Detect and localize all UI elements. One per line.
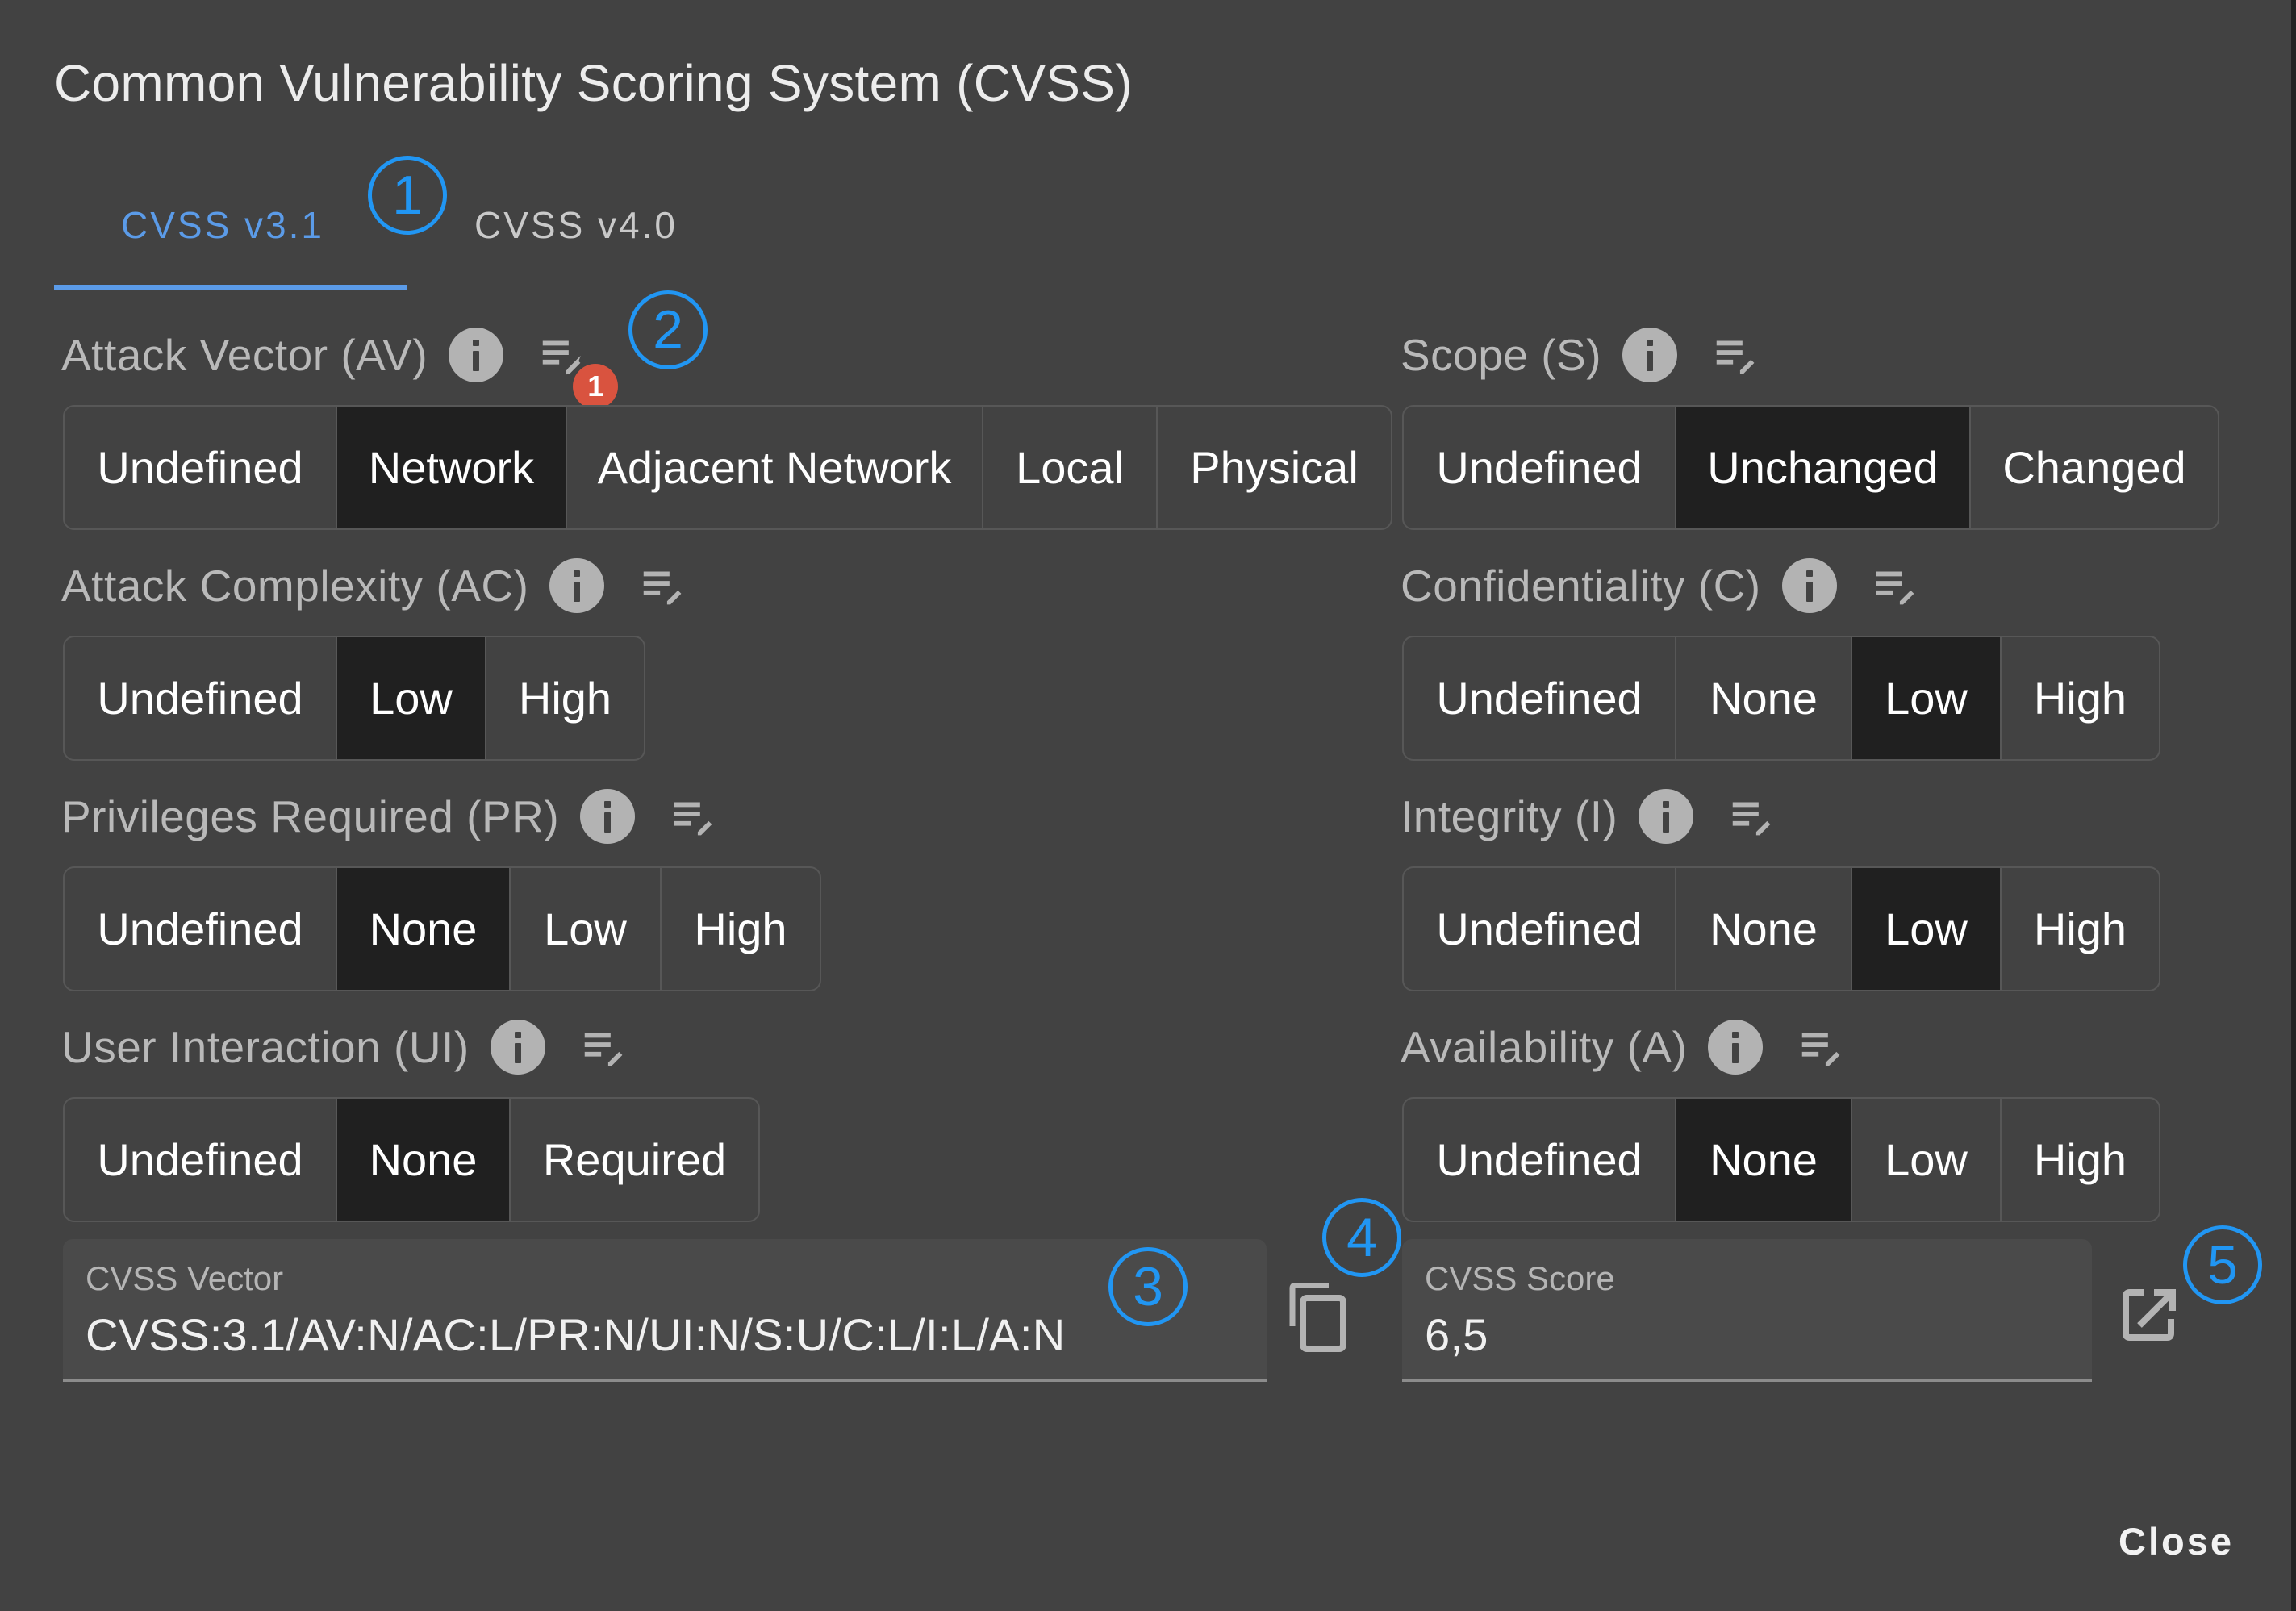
option-none[interactable]: None	[336, 868, 509, 990]
notes-count-badge: 1	[573, 364, 619, 409]
metric-label: User Interaction (UI)	[61, 1022, 470, 1072]
option-unchanged[interactable]: Unchanged	[1675, 407, 1969, 528]
copy-vector-button[interactable]	[1288, 1283, 1350, 1352]
option-low[interactable]: Low	[1851, 868, 2000, 990]
option-network[interactable]: Network	[336, 407, 566, 528]
cvss-vector-label: CVSS Vector	[86, 1259, 284, 1297]
option-local[interactable]: Local	[982, 407, 1156, 528]
info-icon[interactable]	[1639, 789, 1694, 844]
option-physical[interactable]: Physical	[1156, 407, 1391, 528]
option-none[interactable]: None	[1675, 868, 1851, 990]
metric-label: Integrity (I)	[1401, 791, 1618, 841]
external-link-icon	[2123, 1289, 2176, 1341]
close-button[interactable]: Close	[2114, 1519, 2239, 1563]
tab-cvss-v31[interactable]: CVSS v3.1	[121, 203, 324, 247]
annotation-marker: 1	[368, 156, 447, 235]
attack-vector-options: Undefined Network Adjacent Network Local…	[63, 405, 1392, 530]
active-tab-indicator	[54, 285, 407, 290]
option-high[interactable]: High	[2000, 637, 2159, 759]
option-high[interactable]: High	[2000, 1099, 2159, 1221]
scope-options: Undefined Unchanged Changed	[1402, 405, 2219, 530]
attack-complexity-options: Undefined Low High	[63, 636, 645, 761]
option-high[interactable]: High	[2000, 868, 2159, 990]
metric-label: Attack Complexity (AC)	[61, 561, 529, 611]
user-interaction-options: Undefined None Required	[63, 1097, 760, 1222]
option-low[interactable]: Low	[509, 868, 660, 990]
notes-edit-icon[interactable]	[1869, 557, 1926, 614]
open-calculator-button[interactable]	[2122, 1288, 2177, 1342]
option-undefined[interactable]: Undefined	[65, 407, 336, 528]
privileges-required-options: Undefined None Low High	[63, 866, 821, 991]
option-high[interactable]: High	[485, 637, 644, 759]
cvss-vector-field[interactable]: CVSS Vector CVSS:3.1/AV:N/AC:L/PR:N/UI:N…	[63, 1239, 1267, 1382]
option-undefined[interactable]: Undefined	[1404, 637, 1675, 759]
option-changed[interactable]: Changed	[1969, 407, 2218, 528]
info-icon[interactable]	[1781, 558, 1837, 613]
annotation-marker: 5	[2183, 1225, 2262, 1304]
copy-icon	[1289, 1283, 1346, 1352]
annotation-marker: 3	[1108, 1247, 1188, 1326]
tab-cvss-v40[interactable]: CVSS v4.0	[474, 203, 678, 247]
option-undefined[interactable]: Undefined	[65, 1099, 336, 1221]
cvss-score-label: CVSS Score	[1425, 1259, 1615, 1297]
option-none[interactable]: None	[1675, 637, 1851, 759]
confidentiality-options: Undefined None Low High	[1402, 636, 2160, 761]
notes-edit-icon[interactable]	[1709, 327, 1766, 383]
option-low[interactable]: Low	[1851, 1099, 2000, 1221]
metric-label: Scope (S)	[1401, 330, 1602, 380]
info-icon[interactable]	[549, 558, 605, 613]
cvss-score-field[interactable]: CVSS Score 6,5	[1402, 1239, 2092, 1382]
info-icon[interactable]	[1708, 1020, 1764, 1075]
option-none[interactable]: None	[336, 1099, 509, 1221]
annotation-marker: 2	[628, 290, 708, 369]
option-adjacent-network[interactable]: Adjacent Network	[566, 407, 982, 528]
info-icon[interactable]	[580, 789, 636, 844]
notes-edit-icon[interactable]	[578, 1019, 634, 1075]
notes-edit-icon[interactable]: 1	[536, 327, 619, 409]
info-icon[interactable]	[449, 328, 504, 382]
dialog-title: Common Vulnerability Scoring System (CVS…	[54, 54, 1133, 112]
notes-edit-icon[interactable]	[1726, 788, 1782, 845]
option-required[interactable]: Required	[509, 1099, 758, 1221]
option-undefined[interactable]: Undefined	[65, 637, 336, 759]
notes-edit-icon[interactable]	[637, 557, 693, 614]
option-low[interactable]: Low	[1851, 637, 2000, 759]
info-icon[interactable]	[1622, 328, 1678, 382]
metric-label: Confidentiality (C)	[1401, 561, 1761, 611]
availability-options: Undefined None Low High	[1402, 1097, 2160, 1222]
option-none[interactable]: None	[1675, 1099, 1851, 1221]
metric-label: Attack Vector (AV)	[61, 330, 428, 380]
option-undefined[interactable]: Undefined	[1404, 1099, 1675, 1221]
option-undefined[interactable]: Undefined	[65, 868, 336, 990]
option-undefined[interactable]: Undefined	[1404, 407, 1675, 528]
metric-label: Availability (A)	[1401, 1022, 1688, 1072]
annotation-marker: 4	[1322, 1198, 1401, 1277]
info-icon[interactable]	[490, 1020, 545, 1075]
background-edge	[2291, 0, 2296, 1611]
cvss-vector-value[interactable]: CVSS:3.1/AV:N/AC:L/PR:N/UI:N/S:U/C:L/I:L…	[86, 1308, 1065, 1361]
notes-edit-icon[interactable]	[1795, 1019, 1851, 1075]
option-high[interactable]: High	[660, 868, 820, 990]
option-low[interactable]: Low	[336, 637, 485, 759]
metric-label: Privileges Required (PR)	[61, 791, 560, 841]
cvss-score-value: 6,5	[1425, 1309, 1488, 1360]
integrity-options: Undefined None Low High	[1402, 866, 2160, 991]
option-undefined[interactable]: Undefined	[1404, 868, 1675, 990]
notes-edit-icon[interactable]	[667, 788, 724, 845]
